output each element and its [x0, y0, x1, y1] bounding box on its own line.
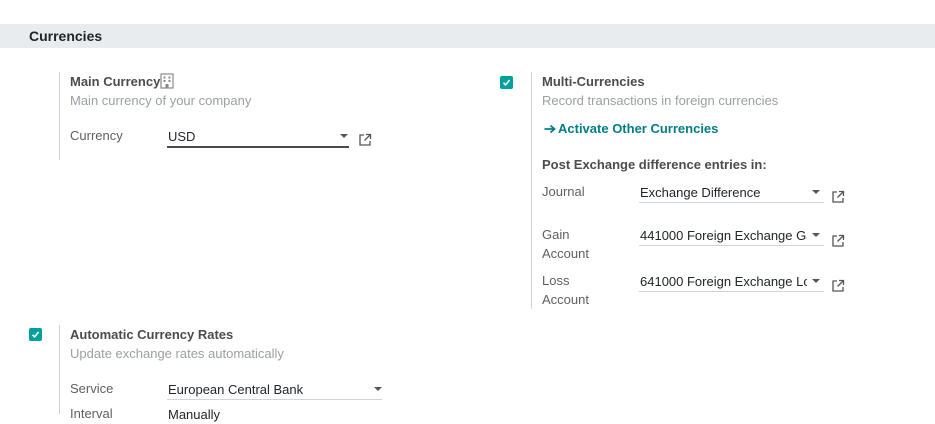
- external-link-icon[interactable]: [831, 279, 845, 293]
- currency-value: USD: [168, 129, 196, 144]
- external-link-icon[interactable]: [831, 190, 845, 204]
- section-title: Currencies: [29, 28, 103, 44]
- main-currency-title: Main Currency: [70, 74, 161, 89]
- journal-select[interactable]: Exchange Difference: [639, 184, 824, 203]
- currency-label: Currency: [70, 128, 123, 143]
- main-currency-description: Main currency of your company: [70, 93, 252, 108]
- post-exchange-heading: Post Exchange difference entries in:: [542, 157, 767, 172]
- multi-currencies-title: Multi-Currencies: [542, 74, 645, 89]
- multi-currencies-divider: [531, 72, 532, 309]
- building-icon: [160, 73, 174, 94]
- service-select[interactable]: European Central Bank: [167, 381, 382, 400]
- activate-currencies-label: Activate Other Currencies: [558, 121, 719, 136]
- auto-rates-checkbox[interactable]: [29, 328, 42, 341]
- auto-rates-divider: [59, 325, 60, 414]
- external-link-icon[interactable]: [831, 234, 845, 248]
- loss-account-value: 641000 Foreign Exchange Loss: [640, 274, 807, 289]
- auto-rates-description: Update exchange rates automatically: [70, 346, 284, 361]
- currency-select[interactable]: USD: [167, 128, 349, 148]
- loss-account-label-1: Loss: [542, 273, 570, 288]
- chevron-down-icon: [374, 387, 382, 391]
- service-value: European Central Bank: [168, 382, 304, 397]
- service-label: Service: [70, 381, 114, 396]
- arrow-right-icon: [544, 121, 558, 136]
- loss-account-label-2: Account: [542, 292, 589, 307]
- multi-currencies-checkbox[interactable]: [500, 76, 513, 89]
- gain-account-label-1: Gain: [542, 227, 570, 242]
- multi-currencies-description: Record transactions in foreign currencie…: [542, 93, 779, 108]
- gain-account-label-2: Account: [542, 246, 589, 261]
- external-link-icon[interactable]: [358, 133, 372, 147]
- main-currency-divider: [59, 72, 60, 160]
- chevron-down-icon: [340, 134, 348, 138]
- auto-rates-title: Automatic Currency Rates: [70, 327, 234, 342]
- section-header: Currencies: [0, 24, 935, 48]
- interval-value: Manually: [168, 407, 221, 422]
- journal-label: Journal: [542, 184, 585, 199]
- chevron-down-icon: [812, 279, 820, 283]
- gain-account-value: 441000 Foreign Exchange Gain: [640, 228, 807, 243]
- chevron-down-icon: [812, 233, 820, 237]
- activate-currencies-link[interactable]: Activate Other Currencies: [544, 121, 718, 136]
- journal-value: Exchange Difference: [640, 185, 761, 200]
- loss-account-select[interactable]: 641000 Foreign Exchange Loss: [639, 273, 824, 292]
- interval-select[interactable]: Manually: [167, 406, 382, 424]
- chevron-down-icon: [812, 190, 820, 194]
- gain-account-select[interactable]: 441000 Foreign Exchange Gain: [639, 227, 824, 246]
